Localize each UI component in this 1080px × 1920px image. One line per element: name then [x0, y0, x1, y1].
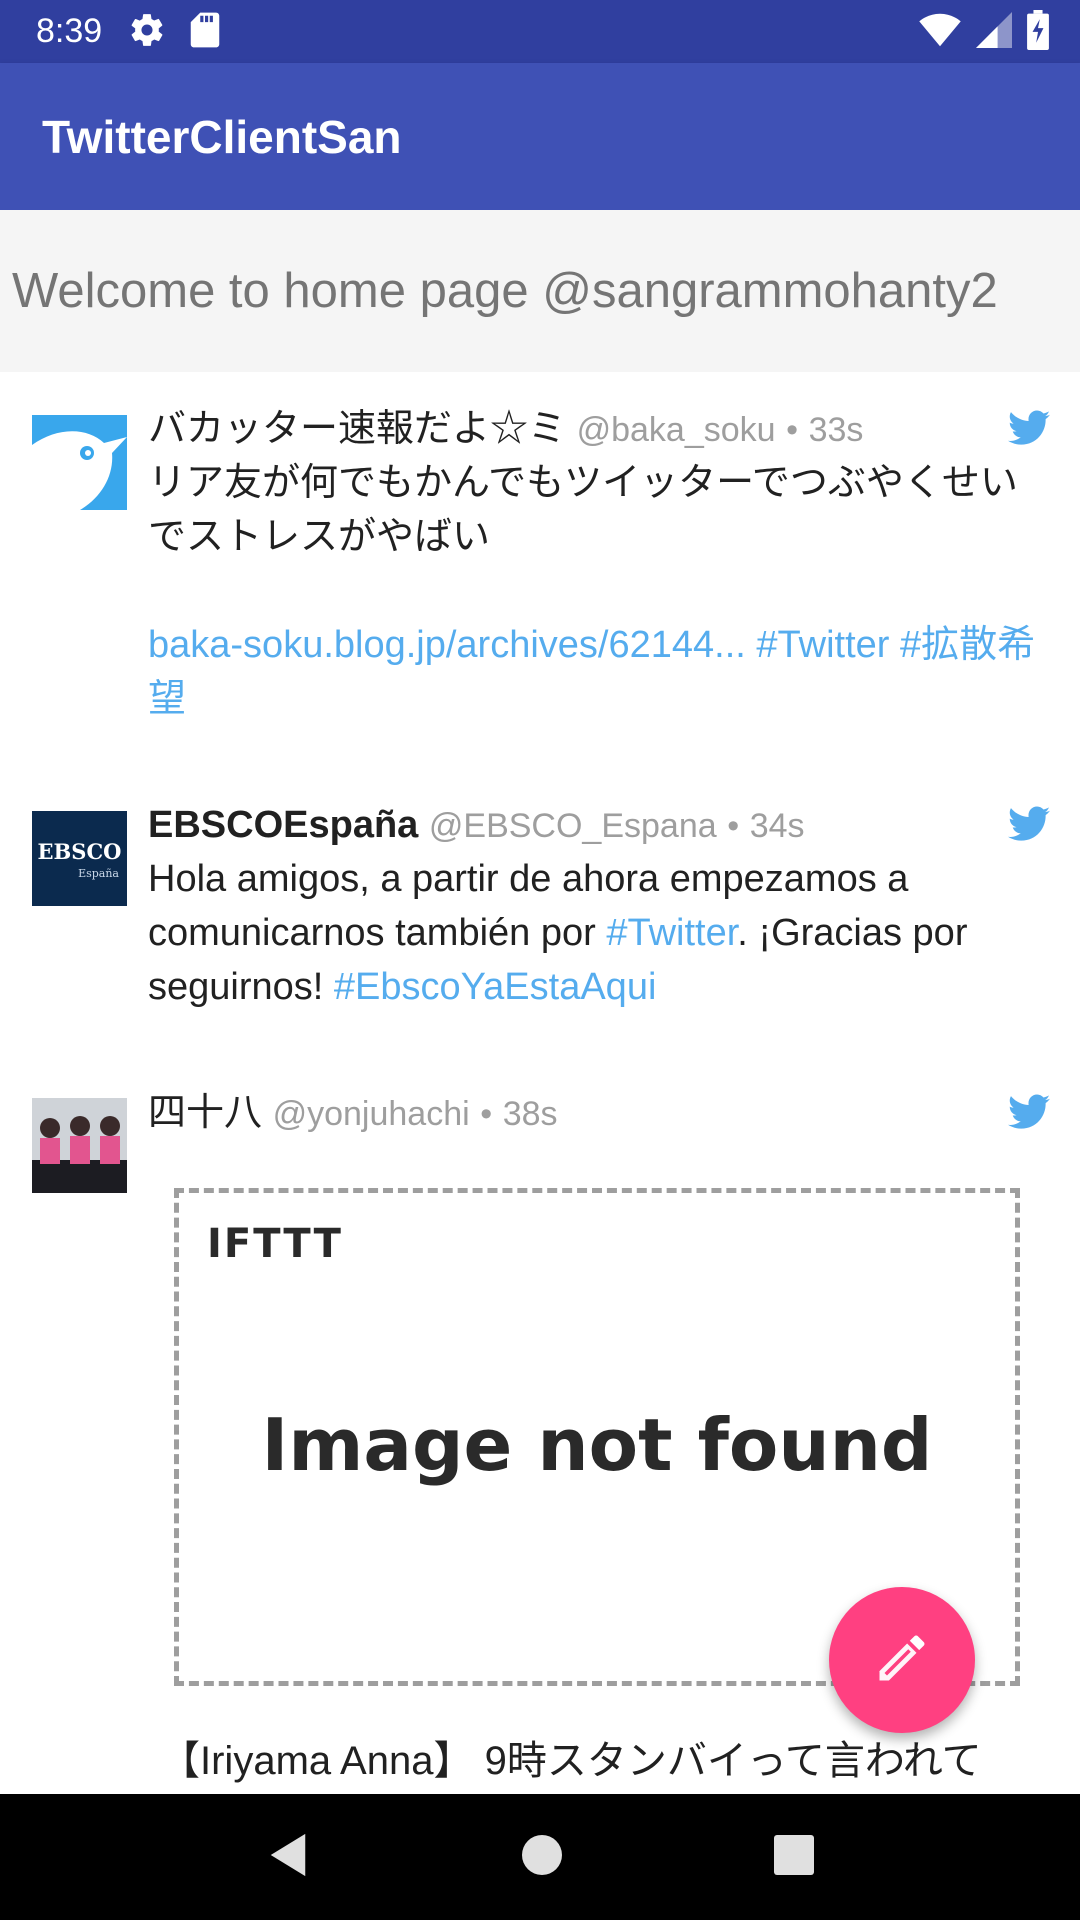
welcome-text: Welcome to home page @sangrammohanty2	[12, 264, 998, 318]
sd-card-icon	[188, 11, 222, 53]
tweet-text: リア友が何でもかんでもツイッターでつぶやくせいでストレスがやばい	[148, 462, 1018, 558]
recents-icon[interactable]	[774, 1835, 814, 1879]
tweet-handle: @yonjuhachi	[272, 1095, 470, 1133]
tweet-author-name: 四十八	[148, 1092, 263, 1134]
tweet-text: 【Iriyama Anna】 9時スタンバイって言われて	[160, 1739, 982, 1783]
status-time: 8:39	[36, 12, 103, 50]
tweet-header: バカッター速報だよ☆ミ @baka_soku • 33s	[148, 402, 1050, 456]
tweet-separator: •	[727, 807, 740, 845]
tweet-item[interactable]: EBSCO España EBSCOEspaña @EBSCO_Espana •…	[0, 768, 1080, 1056]
hashtag-link[interactable]: #EbscoYaEstaAqui	[334, 966, 657, 1008]
tweet-author-name: バカッター速報だよ☆ミ	[148, 408, 567, 450]
settings-icon	[128, 11, 166, 53]
screen: 8:39 TwitterClientSan Welcome to home pa…	[0, 0, 1080, 1920]
tweet-separator: •	[480, 1095, 493, 1133]
twitter-bird-icon	[1008, 1094, 1050, 1130]
wifi-icon	[918, 12, 962, 52]
tweet-header: 四十八 @yonjuhachi • 38s	[148, 1086, 1050, 1140]
battery-charging-icon	[1026, 9, 1050, 54]
twitter-bird-icon	[1008, 806, 1050, 842]
home-icon[interactable]	[522, 1835, 562, 1879]
image-not-found-text: Image not found	[261, 1403, 933, 1487]
tweet-separator: •	[786, 411, 799, 449]
twitter-bird-icon	[1008, 410, 1050, 446]
avatar-logo-text: EBSCO	[37, 839, 122, 864]
tweet-header: EBSCOEspaña @EBSCO_Espana • 34s	[148, 798, 1050, 852]
tweet-handle: @baka_soku	[576, 411, 776, 449]
status-bar: 8:39	[0, 0, 1080, 63]
tweet-author-name: EBSCOEspaña	[148, 804, 419, 846]
navigation-bar	[0, 1794, 1080, 1920]
back-icon[interactable]	[266, 1832, 310, 1882]
compose-tweet-button[interactable]	[829, 1587, 975, 1733]
avatar[interactable]	[32, 415, 127, 510]
tweet-item[interactable]: バカッター速報だよ☆ミ @baka_soku • 33s リア友が何でもかんでも…	[0, 372, 1080, 768]
avatar[interactable]: EBSCO España	[32, 811, 127, 906]
ifttt-logo: IFTTT	[207, 1221, 343, 1267]
avatar-logo-sub: España	[78, 867, 119, 880]
tweet-link[interactable]: baka-soku.blog.jp/archives/62144... #Twi…	[148, 618, 1050, 726]
tweet-time: 38s	[502, 1095, 558, 1133]
app-bar: TwitterClientSan	[0, 63, 1080, 210]
tweet-handle: @EBSCO_Espana	[428, 807, 717, 845]
hashtag-link[interactable]: #Twitter	[606, 912, 737, 954]
app-title: TwitterClientSan	[42, 110, 402, 163]
pencil-icon	[872, 1628, 932, 1692]
signal-icon	[976, 11, 1012, 52]
tweet-time: 33s	[808, 411, 864, 449]
tweet-text: Hola amigos, a partir de ahora empezamos…	[148, 852, 1050, 1014]
avatar[interactable]	[32, 1098, 127, 1193]
welcome-banner: Welcome to home page @sangrammohanty2	[0, 210, 1080, 372]
tweet-time: 34s	[749, 807, 805, 845]
